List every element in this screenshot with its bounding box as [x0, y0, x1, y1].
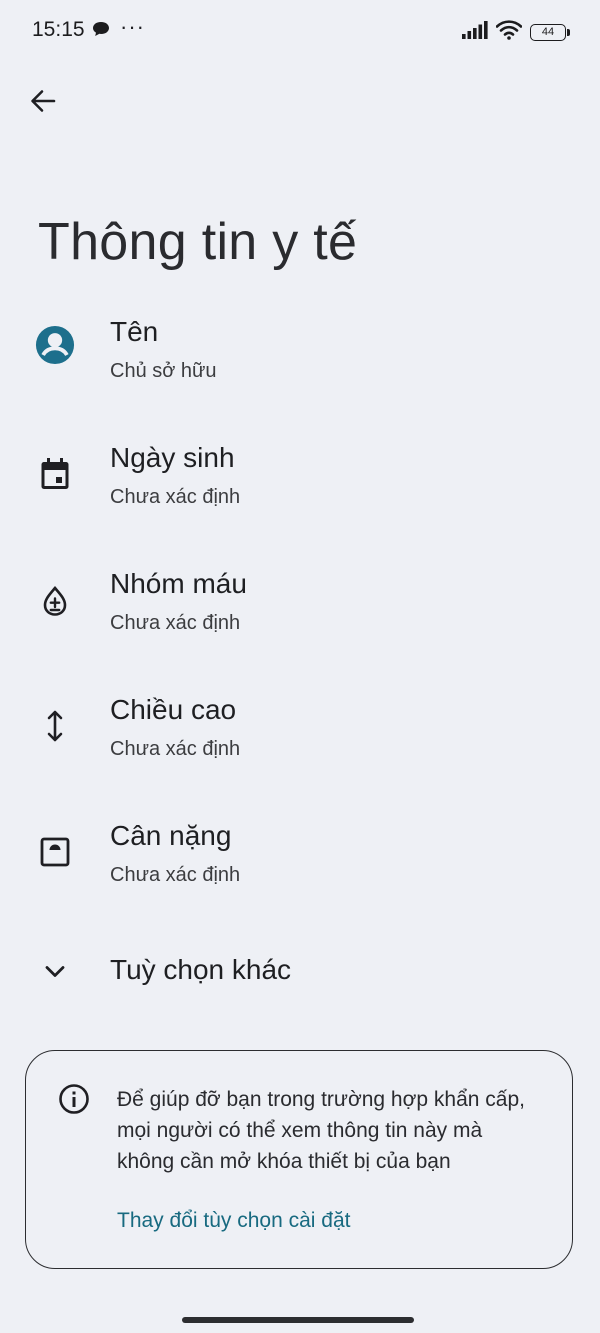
more-options-label: Tuỳ chọn khác: [110, 954, 292, 985]
battery-indicator: 44: [530, 24, 570, 41]
back-button[interactable]: [24, 82, 62, 120]
item-subtitle: Chưa xác định: [110, 486, 241, 508]
list-item-name[interactable]: Tên Chủ sở hữu: [0, 316, 600, 426]
item-title: Nhóm máu: [110, 568, 247, 599]
calendar-icon: [35, 454, 75, 494]
list-item-height[interactable]: Chiều cao Chưa xác định: [0, 694, 600, 804]
item-title: Cân nặng: [110, 820, 232, 851]
list-item-weight[interactable]: Cân nặng Chưa xác định: [0, 820, 600, 930]
arrow-back-icon: [31, 90, 56, 112]
chevron-down-icon: [40, 956, 70, 991]
info-card: Để giúp đỡ bạn trong trường hợp khẩn cấp…: [25, 1050, 573, 1269]
blood-drop-icon: [35, 581, 75, 621]
list-item-blood-type[interactable]: Nhóm máu Chưa xác định: [0, 568, 600, 678]
page-title: Thông tin y tế: [38, 213, 358, 271]
home-indicator[interactable]: [182, 1317, 414, 1323]
item-subtitle: Chưa xác định: [110, 738, 241, 760]
status-bar: 15:15 ··· 44: [0, 0, 600, 60]
status-time: 15:15: [32, 18, 85, 41]
change-settings-link[interactable]: Thay đổi tùy chọn cài đặt: [117, 1209, 350, 1233]
status-right: 44: [462, 20, 570, 45]
more-options-toggle[interactable]: Tuỳ chọn khác: [0, 948, 600, 996]
item-title: Chiều cao: [110, 694, 237, 725]
list-item-birthday[interactable]: Ngày sinh Chưa xác định: [0, 442, 600, 552]
signal-icon: [462, 21, 488, 44]
wifi-icon: [495, 20, 523, 45]
item-title: Tên: [110, 316, 159, 347]
item-subtitle: Chưa xác định: [110, 864, 241, 886]
scale-icon: [35, 832, 75, 872]
info-icon: [58, 1083, 90, 1120]
item-subtitle: Chủ sở hữu: [110, 360, 217, 382]
chat-bubble-icon: [92, 21, 110, 42]
info-text: Để giúp đỡ bạn trong trường hợp khẩn cấp…: [117, 1088, 525, 1173]
more-notifications-icon: ···: [120, 14, 145, 39]
item-title: Ngày sinh: [110, 442, 235, 473]
item-subtitle: Chưa xác định: [110, 612, 241, 634]
account-circle-icon: [35, 325, 75, 365]
vertical-arrows-icon: [35, 706, 75, 746]
